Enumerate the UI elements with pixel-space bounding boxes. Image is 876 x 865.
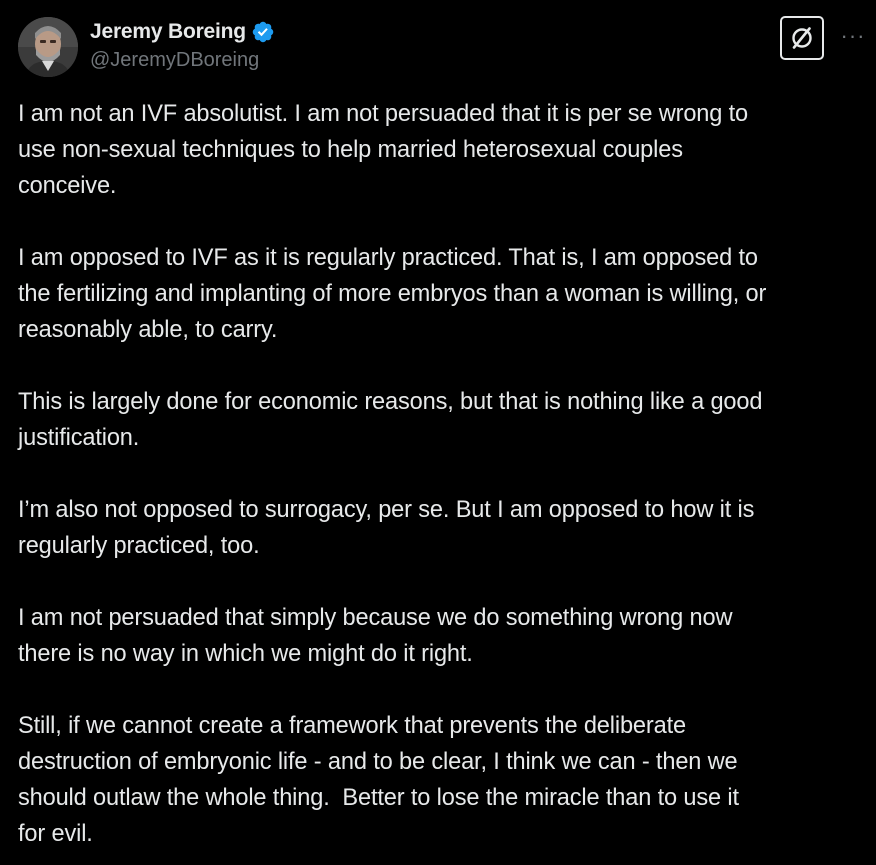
- verified-badge-icon[interactable]: [251, 20, 275, 44]
- tweet-paragraph: I am not persuaded that simply because w…: [18, 605, 733, 667]
- grok-icon: [792, 27, 812, 49]
- tweet-paragraph: I’m also not opposed to surrogacy, per s…: [18, 497, 755, 559]
- author-block: Jeremy Boreing @JeremyDBoreing: [90, 18, 275, 72]
- avatar-image: [18, 17, 78, 77]
- more-options-button[interactable]: ···: [838, 23, 868, 48]
- author-handle[interactable]: @JeremyDBoreing: [90, 49, 275, 72]
- tweet-paragraph: This is largely done for economic reason…: [18, 389, 763, 451]
- tweet-paragraph: Still, if we cannot create a framework t…: [18, 713, 739, 847]
- grok-button[interactable]: [780, 16, 824, 60]
- tweet-paragraph: I am opposed to IVF as it is regularly p…: [18, 245, 767, 343]
- name-row: Jeremy Boreing: [90, 18, 275, 46]
- more-icon: ···: [840, 23, 866, 48]
- tweet-text: I am not an IVF absolutist. I am not per…: [18, 96, 874, 852]
- tweet-paragraph: I am not an IVF absolutist. I am not per…: [18, 101, 749, 199]
- avatar[interactable]: [18, 17, 78, 77]
- tweet-header: Jeremy Boreing @JeremyDBoreing ···: [18, 16, 864, 78]
- author-display-name[interactable]: Jeremy Boreing: [90, 20, 246, 44]
